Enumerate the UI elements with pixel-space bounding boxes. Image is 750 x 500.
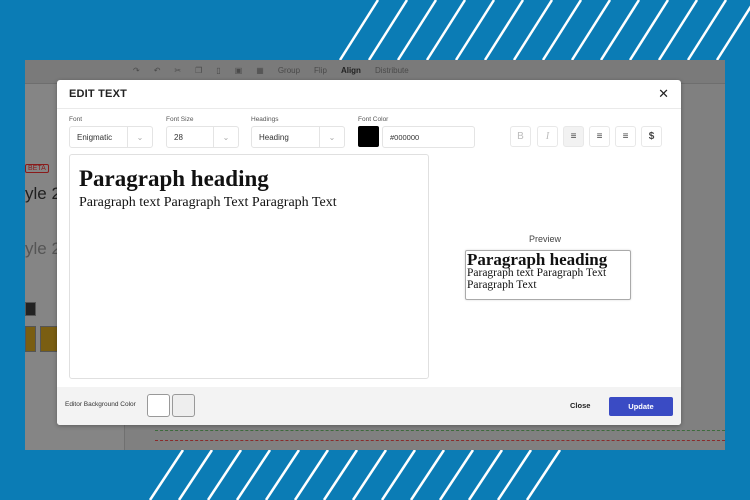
bold-button[interactable]: B (510, 126, 531, 147)
align-right-button[interactable]: ≡ (615, 126, 636, 147)
stripe (467, 449, 504, 500)
toolbar-distribute: Distribute (374, 66, 409, 75)
align-center-button[interactable]: ≡ (589, 126, 610, 147)
stripe (293, 449, 330, 500)
duplicate-icon: ▣ (234, 66, 243, 75)
stripe (541, 0, 583, 61)
toolbar-flip: Flip (314, 66, 327, 75)
guide-line (155, 430, 725, 431)
font-size-label: Font Size (166, 116, 194, 123)
stripe (206, 449, 243, 500)
stripe (177, 449, 214, 500)
modal-footer: Editor Background Color Close Update (57, 387, 681, 425)
stripe (338, 0, 380, 61)
align-left-icon: ≡ (570, 131, 577, 142)
copy-icon: ❐ (195, 66, 203, 75)
font-label: Font (69, 116, 83, 123)
font-select[interactable]: Enigmatic ⌄ (69, 126, 153, 148)
stripe (512, 0, 554, 61)
headings-select[interactable]: Heading ⌄ (251, 126, 345, 148)
font-size-value: 28 (174, 132, 183, 142)
image-icon: ▦ (256, 66, 264, 75)
font-color-value: #000000 (390, 132, 420, 142)
close-button[interactable]: Close (570, 401, 590, 410)
editor-heading[interactable]: Paragraph heading (79, 165, 419, 193)
stripe (570, 0, 612, 61)
chevron-down-icon: ⌄ (213, 127, 238, 147)
stripe (235, 449, 272, 500)
stripe (525, 449, 562, 500)
paste-icon: ▯ (216, 66, 221, 75)
headings-value: Heading (259, 132, 289, 142)
preview-heading: Paragraph heading (467, 250, 608, 269)
font-color-input[interactable]: #000000 (382, 126, 475, 148)
toolbar-group: Group (277, 66, 301, 75)
stripe (351, 449, 388, 500)
editor-bg-label: Editor Background Color (65, 401, 136, 408)
preview-label: Preview (529, 234, 562, 244)
chevron-down-icon: ⌄ (319, 127, 344, 147)
stripe (483, 0, 525, 61)
stripe (715, 5, 750, 61)
redo-icon: ↷ (133, 66, 140, 75)
stripe (396, 0, 438, 61)
dollar-button[interactable]: $ (641, 126, 662, 147)
font-color-label: Font Color (358, 116, 389, 123)
stripe (409, 449, 446, 500)
headings-label: Headings (251, 116, 279, 123)
cut-icon: ✂ (174, 66, 182, 75)
chevron-down-icon: ⌄ (127, 127, 152, 147)
stripe (438, 449, 475, 500)
guide-line (155, 440, 725, 441)
color-swatch (25, 302, 36, 316)
italic-icon: I (545, 131, 550, 142)
text-editor[interactable]: Paragraph heading Paragraph text Paragra… (69, 154, 429, 379)
stripe (148, 449, 185, 500)
align-left-button[interactable]: ≡ (563, 126, 584, 147)
font-value: Enigmatic (77, 132, 113, 142)
font-size-select[interactable]: 28 ⌄ (166, 126, 239, 148)
italic-button[interactable]: I (537, 126, 558, 147)
beta-badge: BETA (25, 164, 49, 173)
preview-box: Paragraph heading Paragraph text Paragra… (465, 250, 631, 300)
bold-icon: B (517, 131, 524, 142)
stripe (657, 0, 699, 61)
stripe (380, 449, 417, 500)
sidebar-item: yle 2 (25, 239, 61, 258)
stripe (322, 449, 359, 500)
stripe (367, 0, 409, 61)
align-center-icon: ≡ (596, 131, 603, 142)
stripe (454, 0, 496, 61)
undo-icon: ↶ (153, 66, 161, 75)
editor-text[interactable]: Paragraph text Paragraph Text Paragraph … (79, 195, 419, 211)
stripe (496, 449, 533, 500)
toolbar-align: Align (340, 66, 361, 75)
stripe (686, 0, 728, 61)
sidebar-item: yle 2 (25, 184, 61, 203)
stripe (264, 449, 301, 500)
stripe (599, 0, 641, 61)
bg-color-gray[interactable] (172, 394, 195, 417)
preview-text: Paragraph text Paragraph Text Paragraph … (467, 267, 607, 291)
color-swatch (25, 326, 36, 352)
edit-text-modal: EDIT TEXT ✕ Font Enigmatic ⌄ Font Size 2… (57, 80, 681, 425)
close-icon[interactable]: ✕ (658, 86, 669, 102)
bg-color-white[interactable] (147, 394, 170, 417)
font-color-swatch[interactable] (358, 126, 379, 147)
dollar-icon: $ (648, 131, 655, 142)
align-right-icon: ≡ (622, 131, 629, 142)
stripe (628, 0, 670, 61)
modal-title: EDIT TEXT (69, 88, 128, 100)
update-button[interactable]: Update (609, 397, 673, 416)
stripe (425, 0, 467, 61)
